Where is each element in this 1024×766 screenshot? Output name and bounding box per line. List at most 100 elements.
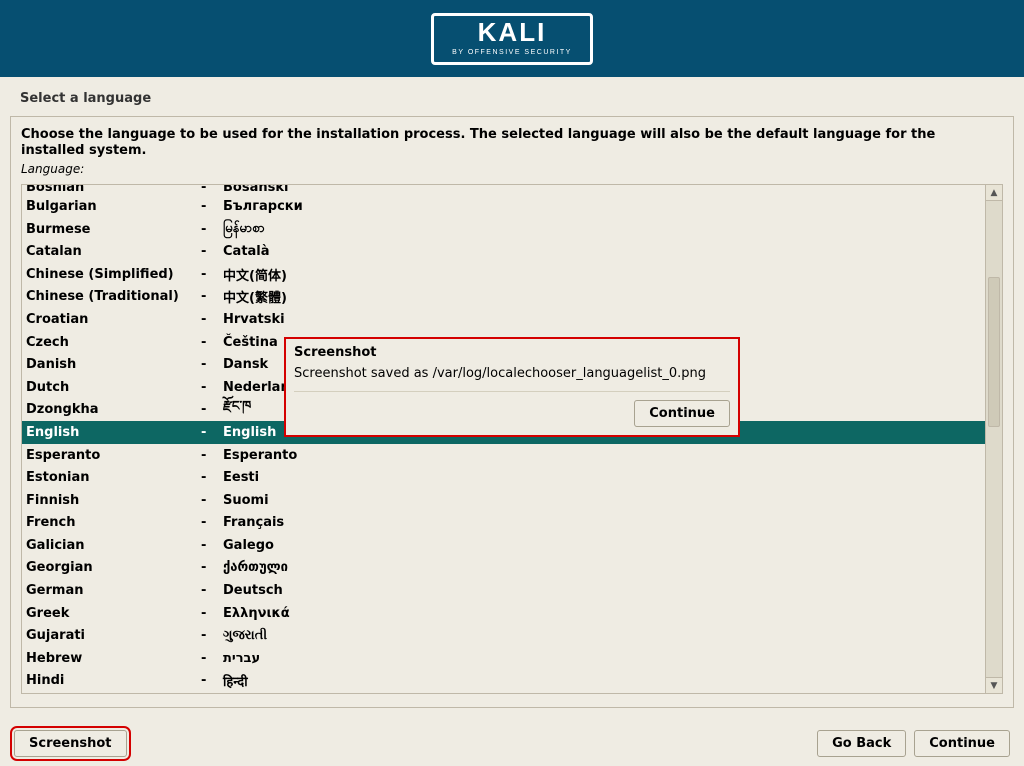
language-name: Dzongkha xyxy=(26,402,201,417)
language-name: Chinese (Traditional) xyxy=(26,289,201,304)
language-name: French xyxy=(26,515,201,530)
language-row[interactable]: Chinese (Simplified)-中文(简体) xyxy=(22,263,985,286)
language-row[interactable]: Croatian-Hrvatski xyxy=(22,308,985,331)
language-row[interactable]: German-Deutsch xyxy=(22,579,985,602)
language-native: हिन्दी xyxy=(223,672,985,690)
separator: - xyxy=(201,312,223,327)
language-name: Hebrew xyxy=(26,651,201,666)
go-back-button[interactable]: Go Back xyxy=(817,730,906,757)
separator: - xyxy=(201,538,223,553)
language-label: Language: xyxy=(21,162,1003,176)
language-row[interactable]: Hebrew-עברית xyxy=(22,647,985,670)
language-row[interactable]: Burmese-မြန်မာစာ xyxy=(22,218,985,241)
language-name: Bosnian xyxy=(26,185,201,195)
separator: - xyxy=(201,199,223,214)
language-name: Gujarati xyxy=(26,628,201,643)
language-row[interactable]: French-Français xyxy=(22,512,985,535)
kali-logo: KALI BY OFFENSIVE SECURITY xyxy=(431,13,593,65)
scroll-down-icon[interactable]: ▼ xyxy=(986,677,1002,693)
language-name: Hindi xyxy=(26,673,201,688)
language-native: မြန်မာစာ xyxy=(223,220,985,239)
separator: - xyxy=(201,651,223,666)
language-name: Danish xyxy=(26,357,201,372)
language-native: Ελληνικά xyxy=(223,606,985,621)
separator: - xyxy=(201,673,223,688)
language-row[interactable]: Bosnian-Bosanski xyxy=(22,185,985,195)
separator: - xyxy=(201,628,223,643)
language-name: Finnish xyxy=(26,493,201,508)
language-row[interactable]: Bulgarian-Български xyxy=(22,195,985,218)
language-native: Galego xyxy=(223,538,985,553)
separator: - xyxy=(201,380,223,395)
instruction-text: Choose the language to be used for the i… xyxy=(21,127,1003,158)
language-native: עברית xyxy=(223,651,985,666)
language-row[interactable]: Catalan-Català xyxy=(22,240,985,263)
separator: - xyxy=(201,560,223,575)
separator: - xyxy=(201,515,223,530)
language-native: Català xyxy=(223,244,985,259)
footer-bar: Screenshot Go Back Continue xyxy=(0,720,1024,766)
language-name: Croatian xyxy=(26,312,201,327)
language-row[interactable]: Gujarati-ગુજરાતી xyxy=(22,624,985,647)
language-native: Bosanski xyxy=(223,185,985,195)
language-name: Galician xyxy=(26,538,201,553)
language-native: ქართული xyxy=(223,560,985,575)
language-native: Deutsch xyxy=(223,583,985,598)
separator: - xyxy=(201,448,223,463)
dialog-separator xyxy=(294,391,730,392)
language-name: Burmese xyxy=(26,222,201,237)
separator: - xyxy=(201,357,223,372)
language-name: Dutch xyxy=(26,380,201,395)
separator: - xyxy=(201,470,223,485)
language-name: Greek xyxy=(26,606,201,621)
language-native: Suomi xyxy=(223,493,985,508)
language-name: Georgian xyxy=(26,560,201,575)
language-native: 中文(简体) xyxy=(223,265,985,284)
language-row[interactable]: Hindi-हिन्दी xyxy=(22,670,985,693)
language-row[interactable]: Greek-Ελληνικά xyxy=(22,602,985,625)
language-name: Chinese (Simplified) xyxy=(26,267,201,282)
language-native: Български xyxy=(223,199,985,214)
separator: - xyxy=(201,425,223,440)
language-name: Estonian xyxy=(26,470,201,485)
language-list-container: Bosnian-BosanskiBulgarian-БългарскиBurme… xyxy=(21,184,1003,694)
logo-text: KALI xyxy=(452,19,572,45)
language-row[interactable]: Estonian-Eesti xyxy=(22,466,985,489)
language-native: Hrvatski xyxy=(223,312,985,327)
language-row[interactable]: Chinese (Traditional)-中文(繁體) xyxy=(22,286,985,309)
page-title: Select a language xyxy=(0,77,1024,116)
separator: - xyxy=(201,289,223,304)
language-row[interactable]: Galician-Galego xyxy=(22,534,985,557)
scroll-thumb[interactable] xyxy=(988,277,1000,427)
screenshot-button[interactable]: Screenshot xyxy=(14,730,127,757)
language-row[interactable]: Finnish-Suomi xyxy=(22,489,985,512)
language-native: ગુજરાતી xyxy=(223,628,985,643)
separator: - xyxy=(201,493,223,508)
separator: - xyxy=(201,583,223,598)
language-native: 中文(繁體) xyxy=(223,287,985,306)
language-name: Esperanto xyxy=(26,448,201,463)
separator: - xyxy=(201,267,223,282)
continue-button[interactable]: Continue xyxy=(914,730,1010,757)
separator: - xyxy=(201,335,223,350)
scroll-up-icon[interactable]: ▲ xyxy=(986,185,1002,201)
installer-header: KALI BY OFFENSIVE SECURITY xyxy=(0,0,1024,77)
language-row[interactable]: Esperanto-Esperanto xyxy=(22,444,985,467)
language-row[interactable]: Georgian-ქართული xyxy=(22,557,985,580)
language-list[interactable]: Bosnian-BosanskiBulgarian-БългарскиBurme… xyxy=(22,185,985,693)
dialog-message: Screenshot saved as /var/log/localechoos… xyxy=(294,366,730,381)
language-name: English xyxy=(26,425,201,440)
dialog-continue-button[interactable]: Continue xyxy=(634,400,730,427)
language-name: Catalan xyxy=(26,244,201,259)
separator: - xyxy=(201,402,223,417)
dialog-title: Screenshot xyxy=(294,345,730,360)
separator: - xyxy=(201,185,223,195)
separator: - xyxy=(201,244,223,259)
language-name: German xyxy=(26,583,201,598)
screenshot-dialog: Screenshot Screenshot saved as /var/log/… xyxy=(284,337,740,437)
language-native: Eesti xyxy=(223,470,985,485)
separator: - xyxy=(201,222,223,237)
language-name: Bulgarian xyxy=(26,199,201,214)
scrollbar[interactable]: ▲ ▼ xyxy=(985,185,1002,693)
language-native: Esperanto xyxy=(223,448,985,463)
